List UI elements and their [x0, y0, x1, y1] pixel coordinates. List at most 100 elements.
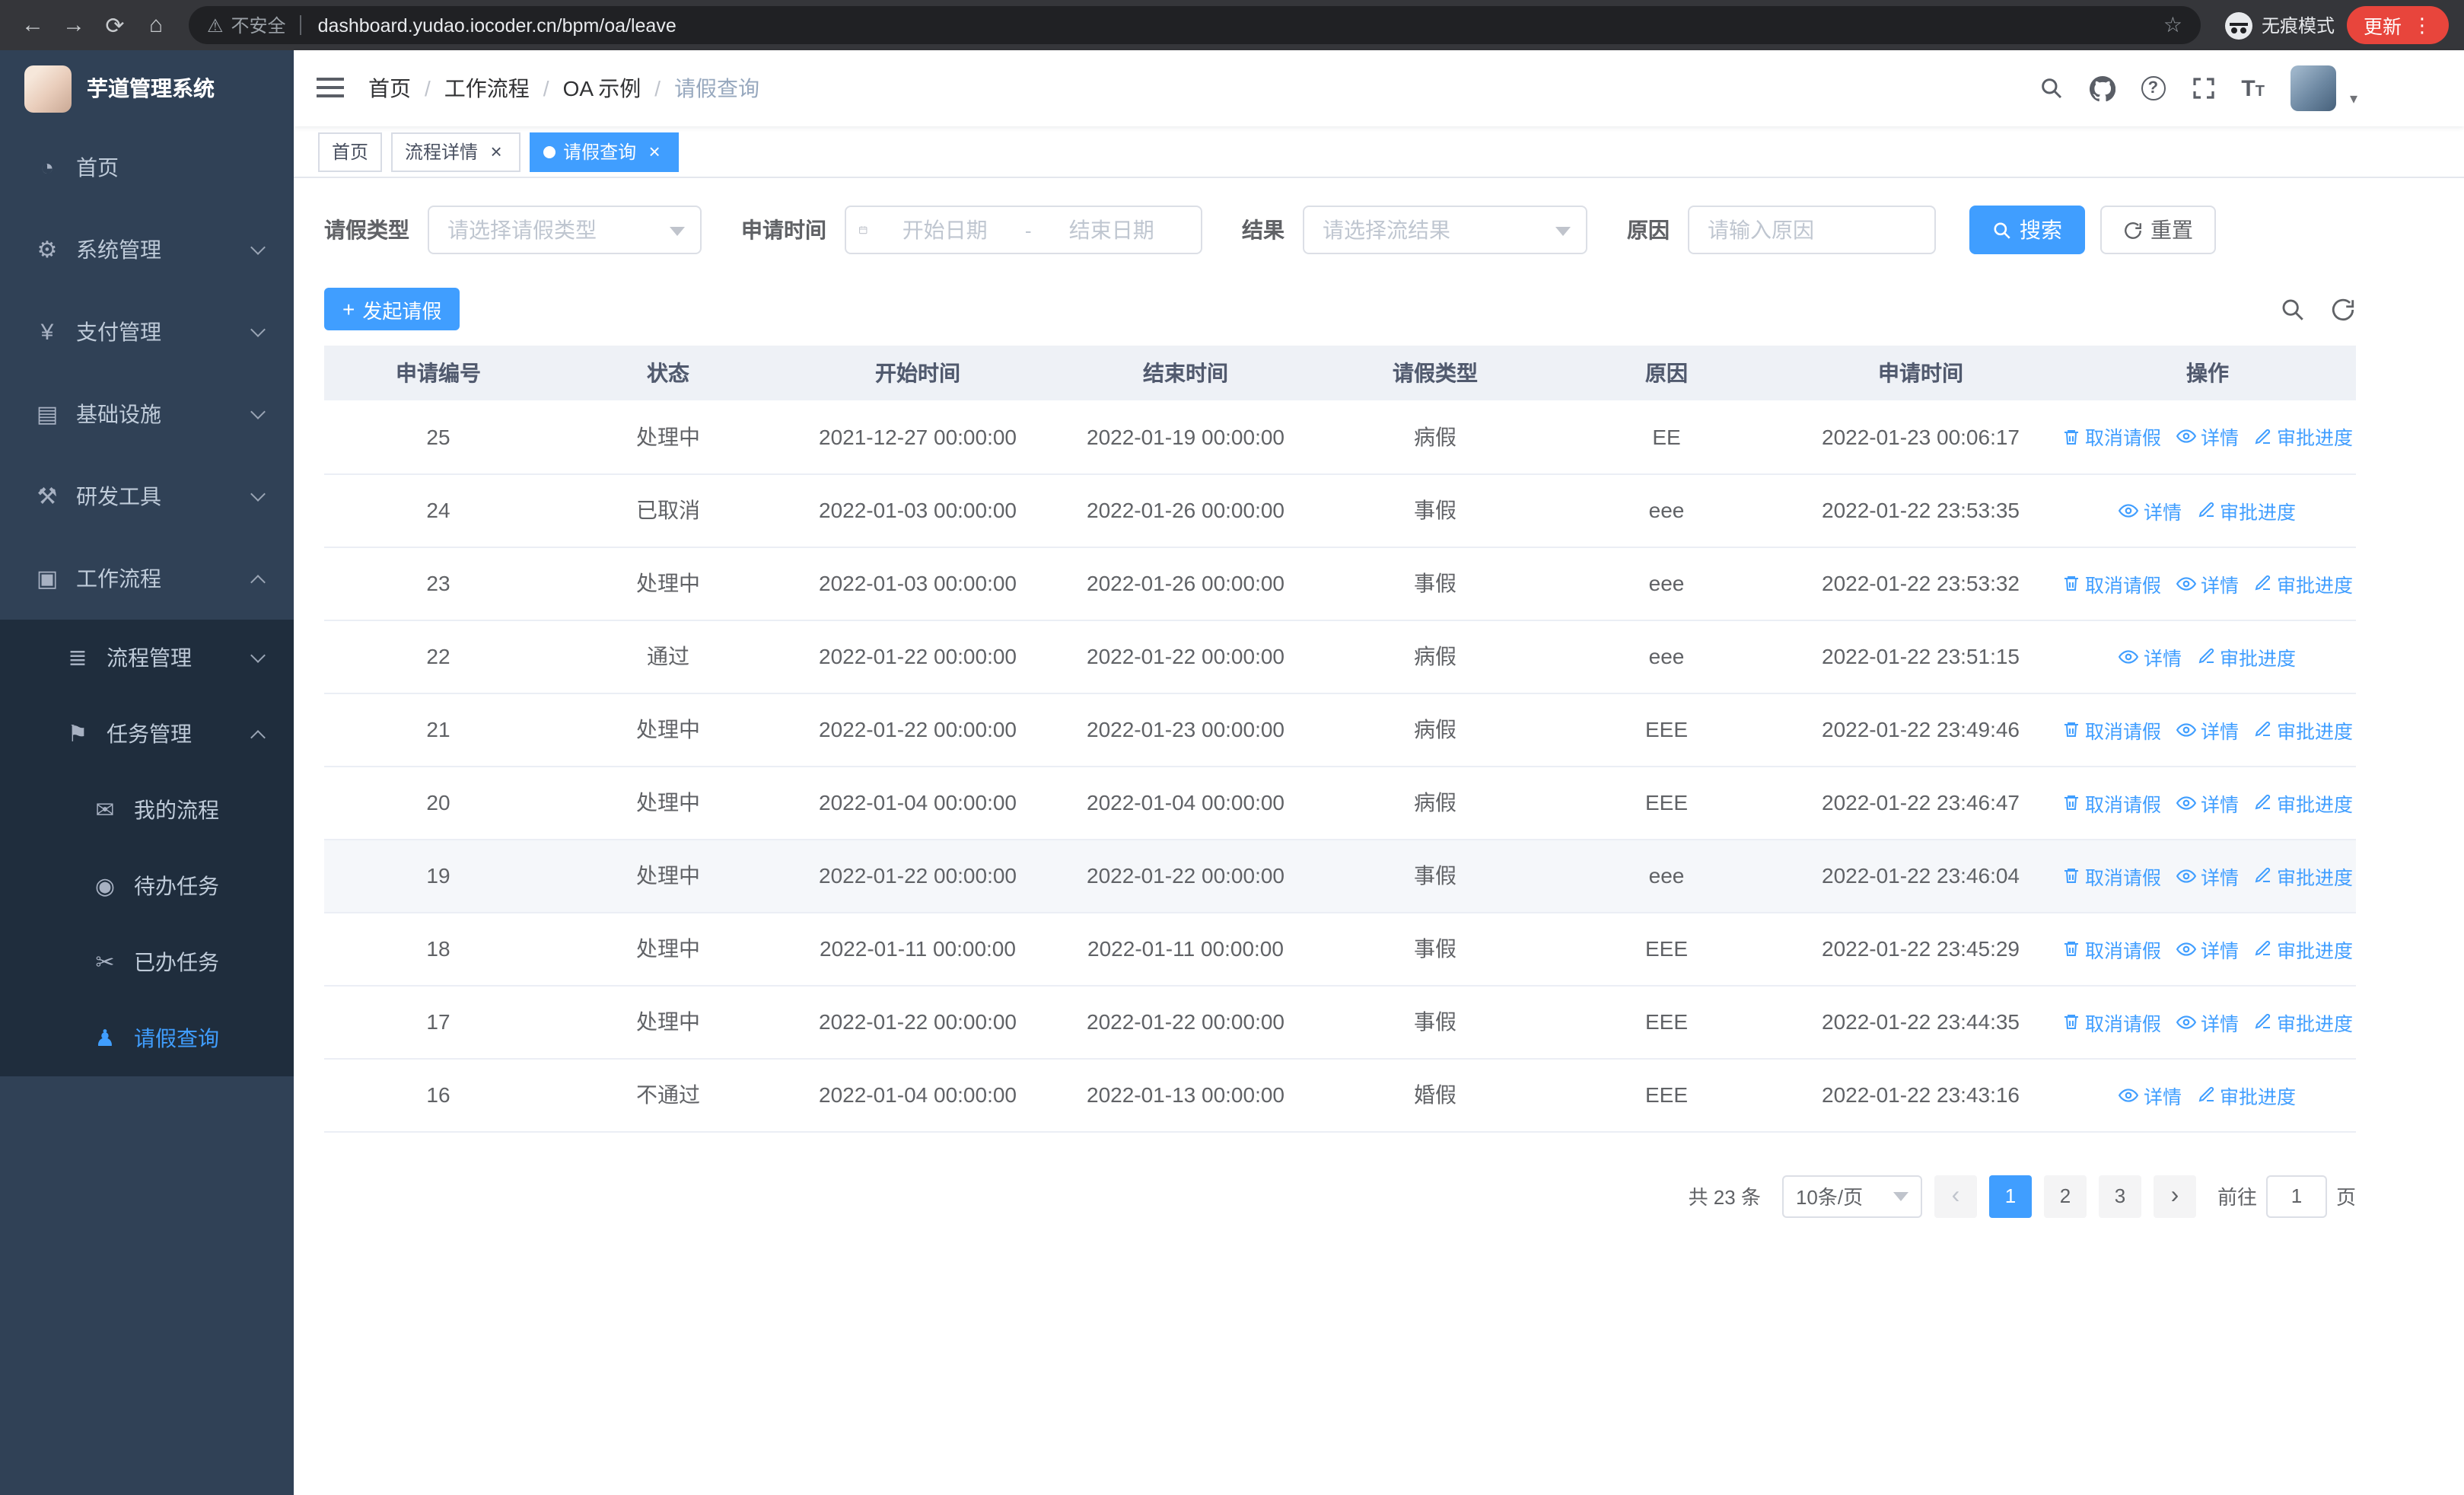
close-icon[interactable]: ×	[644, 141, 665, 162]
page-1-button[interactable]: 1	[1988, 1175, 2032, 1217]
tags-view-bar: 首页 流程详情 × 请假查询 ×	[294, 126, 2464, 178]
cell-apply_time: 2022-01-22 23:53:35	[1782, 473, 2059, 547]
progress-action-link[interactable]: 审批进度	[2254, 788, 2353, 817]
progress-action-link[interactable]: 审批进度	[2197, 496, 2296, 524]
fullscreen-icon[interactable]	[2191, 76, 2215, 100]
progress-action-link[interactable]: 审批进度	[2197, 1080, 2296, 1109]
detail-action-link[interactable]: 详情	[2176, 861, 2239, 890]
cell-actions: 取消请假 详情 审批进度	[2059, 547, 2356, 620]
cell-type: 事假	[1320, 473, 1551, 547]
reason-input[interactable]	[1689, 218, 1934, 242]
date-range-picker[interactable]: -	[845, 206, 1202, 254]
leave-type-select-input[interactable]	[429, 218, 700, 242]
sidebar-item[interactable]: ⚑ 任务管理	[0, 696, 294, 772]
toggle-search-icon[interactable]	[2280, 296, 2306, 322]
detail-action-link[interactable]: 详情	[2176, 1007, 2239, 1036]
sidebar-item[interactable]: ◉ 待办任务	[0, 848, 294, 924]
sidebar-item-label: 待办任务	[134, 874, 219, 898]
sidebar-item[interactable]: ¥ 支付管理	[0, 291, 294, 373]
breadcrumb-item[interactable]: 首页	[368, 73, 411, 104]
tab-0[interactable]: 首页	[318, 132, 383, 171]
detail-action-link[interactable]: 详情	[2176, 715, 2239, 744]
sidebar-item-label: 我的流程	[134, 798, 219, 822]
progress-action-link[interactable]: 审批进度	[2254, 422, 2353, 451]
edit-icon	[2198, 1086, 2214, 1102]
cancel-action-link[interactable]: 取消请假	[2062, 934, 2161, 963]
sidebar-item[interactable]: ⚙ 系统管理	[0, 209, 294, 291]
cell-start: 2022-01-03 00:00:00	[784, 547, 1052, 620]
sidebar-item[interactable]: ▤ 基础设施	[0, 373, 294, 455]
detail-action-link[interactable]: 详情	[2119, 1080, 2182, 1109]
incognito-badge: 无痕模式	[2224, 11, 2335, 39]
create-leave-button[interactable]: + 发起请假	[324, 288, 460, 330]
close-icon[interactable]: ×	[485, 141, 507, 162]
sidebar-item[interactable]: ♟ 请假查询	[0, 1000, 294, 1076]
progress-action-link[interactable]: 审批进度	[2254, 715, 2353, 744]
avatar-caret-icon[interactable]: ▾	[2350, 91, 2357, 108]
tab-1[interactable]: 流程详情 ×	[391, 132, 521, 171]
detail-action-link[interactable]: 详情	[2176, 422, 2239, 451]
page-2-button[interactable]: 2	[2043, 1175, 2087, 1217]
chevron-down-icon	[250, 403, 266, 419]
detail-action-link[interactable]: 详情	[2176, 788, 2239, 817]
end-date-input[interactable]	[1034, 218, 1189, 242]
breadcrumb-item[interactable]: OA 示例	[563, 73, 641, 104]
browser-back-icon[interactable]: ←	[12, 5, 53, 46]
page-size-select[interactable]: 10条/页	[1781, 1175, 1922, 1217]
search-icon[interactable]	[2039, 76, 2063, 100]
progress-action-link[interactable]: 审批进度	[2254, 861, 2353, 890]
progress-action-link[interactable]: 审批进度	[2254, 569, 2353, 598]
result-select-input[interactable]	[1304, 218, 1586, 242]
sidebar-item[interactable]: ✉ 我的流程	[0, 772, 294, 848]
detail-action-link[interactable]: 详情	[2176, 934, 2239, 963]
address-bar[interactable]: ⚠ 不安全 dashboard.yudao.iocoder.cn/bpm/oa/…	[189, 6, 2201, 44]
sidebar-item[interactable]: ▣ 工作流程	[0, 537, 294, 620]
breadcrumb-item[interactable]: 工作流程	[444, 73, 530, 104]
start-date-input[interactable]	[867, 218, 1022, 242]
reset-button[interactable]: 重置	[2100, 206, 2216, 254]
cell-start: 2022-01-03 00:00:00	[784, 473, 1052, 547]
cancel-action-link[interactable]: 取消请假	[2062, 569, 2161, 598]
refresh-table-icon[interactable]	[2330, 296, 2356, 322]
browser-reload-icon[interactable]: ⟳	[94, 5, 135, 46]
prev-page-button[interactable]: ‹	[1934, 1175, 1977, 1217]
chevron-down-icon	[1893, 1191, 1908, 1200]
progress-action-link[interactable]: 审批进度	[2254, 934, 2353, 963]
cell-end: 2022-01-19 00:00:00	[1052, 400, 1320, 474]
detail-action-link[interactable]: 详情	[2176, 569, 2239, 598]
table-row: 18 处理中 2022-01-11 00:00:00 2022-01-11 00:00…	[324, 912, 2356, 986]
cancel-action-link[interactable]: 取消请假	[2062, 1007, 2161, 1036]
hamburger-icon[interactable]	[317, 78, 344, 99]
detail-action-link[interactable]: 详情	[2119, 496, 2182, 524]
eye-icon	[2176, 942, 2196, 955]
sidebar-item[interactable]: ✂ 已办任务	[0, 924, 294, 1000]
progress-action-link[interactable]: 审批进度	[2197, 642, 2296, 671]
cell-end: 2022-01-22 00:00:00	[1052, 620, 1320, 693]
sidebar-item-label: 已办任务	[134, 950, 219, 974]
sidebar-item[interactable]: ⚒ 研发工具	[0, 455, 294, 537]
tab-active[interactable]: 请假查询 ×	[530, 132, 680, 171]
sidebar-item[interactable]: ≣ 流程管理	[0, 620, 294, 696]
browser-home-icon[interactable]: ⌂	[135, 5, 177, 46]
bookmark-star-icon[interactable]: ☆	[2163, 12, 2182, 38]
goto-page-input[interactable]	[2265, 1175, 2327, 1217]
page-3-button[interactable]: 3	[2098, 1175, 2141, 1217]
detail-action-link[interactable]: 详情	[2119, 642, 2182, 671]
result-select[interactable]	[1303, 206, 1587, 254]
help-icon[interactable]: ?	[2141, 76, 2166, 100]
browser-update-button[interactable]: 更新 ⋮	[2346, 6, 2449, 44]
cancel-action-link[interactable]: 取消请假	[2062, 788, 2161, 817]
browser-forward-icon[interactable]: →	[53, 5, 94, 46]
cancel-action-link[interactable]: 取消请假	[2062, 861, 2161, 890]
font-size-icon[interactable]: TT	[2241, 77, 2265, 100]
search-button[interactable]: 搜索	[1969, 206, 2085, 254]
avatar[interactable]	[2290, 65, 2336, 111]
sidebar-item[interactable]: ◔ 首页	[0, 126, 294, 209]
cancel-action-link[interactable]: 取消请假	[2062, 422, 2161, 451]
browser-menu-icon[interactable]: ⋮	[2412, 13, 2432, 37]
cancel-action-link[interactable]: 取消请假	[2062, 715, 2161, 744]
github-icon[interactable]	[2089, 75, 2115, 101]
next-page-button[interactable]: ›	[2153, 1175, 2196, 1217]
leave-type-select[interactable]	[428, 206, 702, 254]
progress-action-link[interactable]: 审批进度	[2254, 1007, 2353, 1036]
